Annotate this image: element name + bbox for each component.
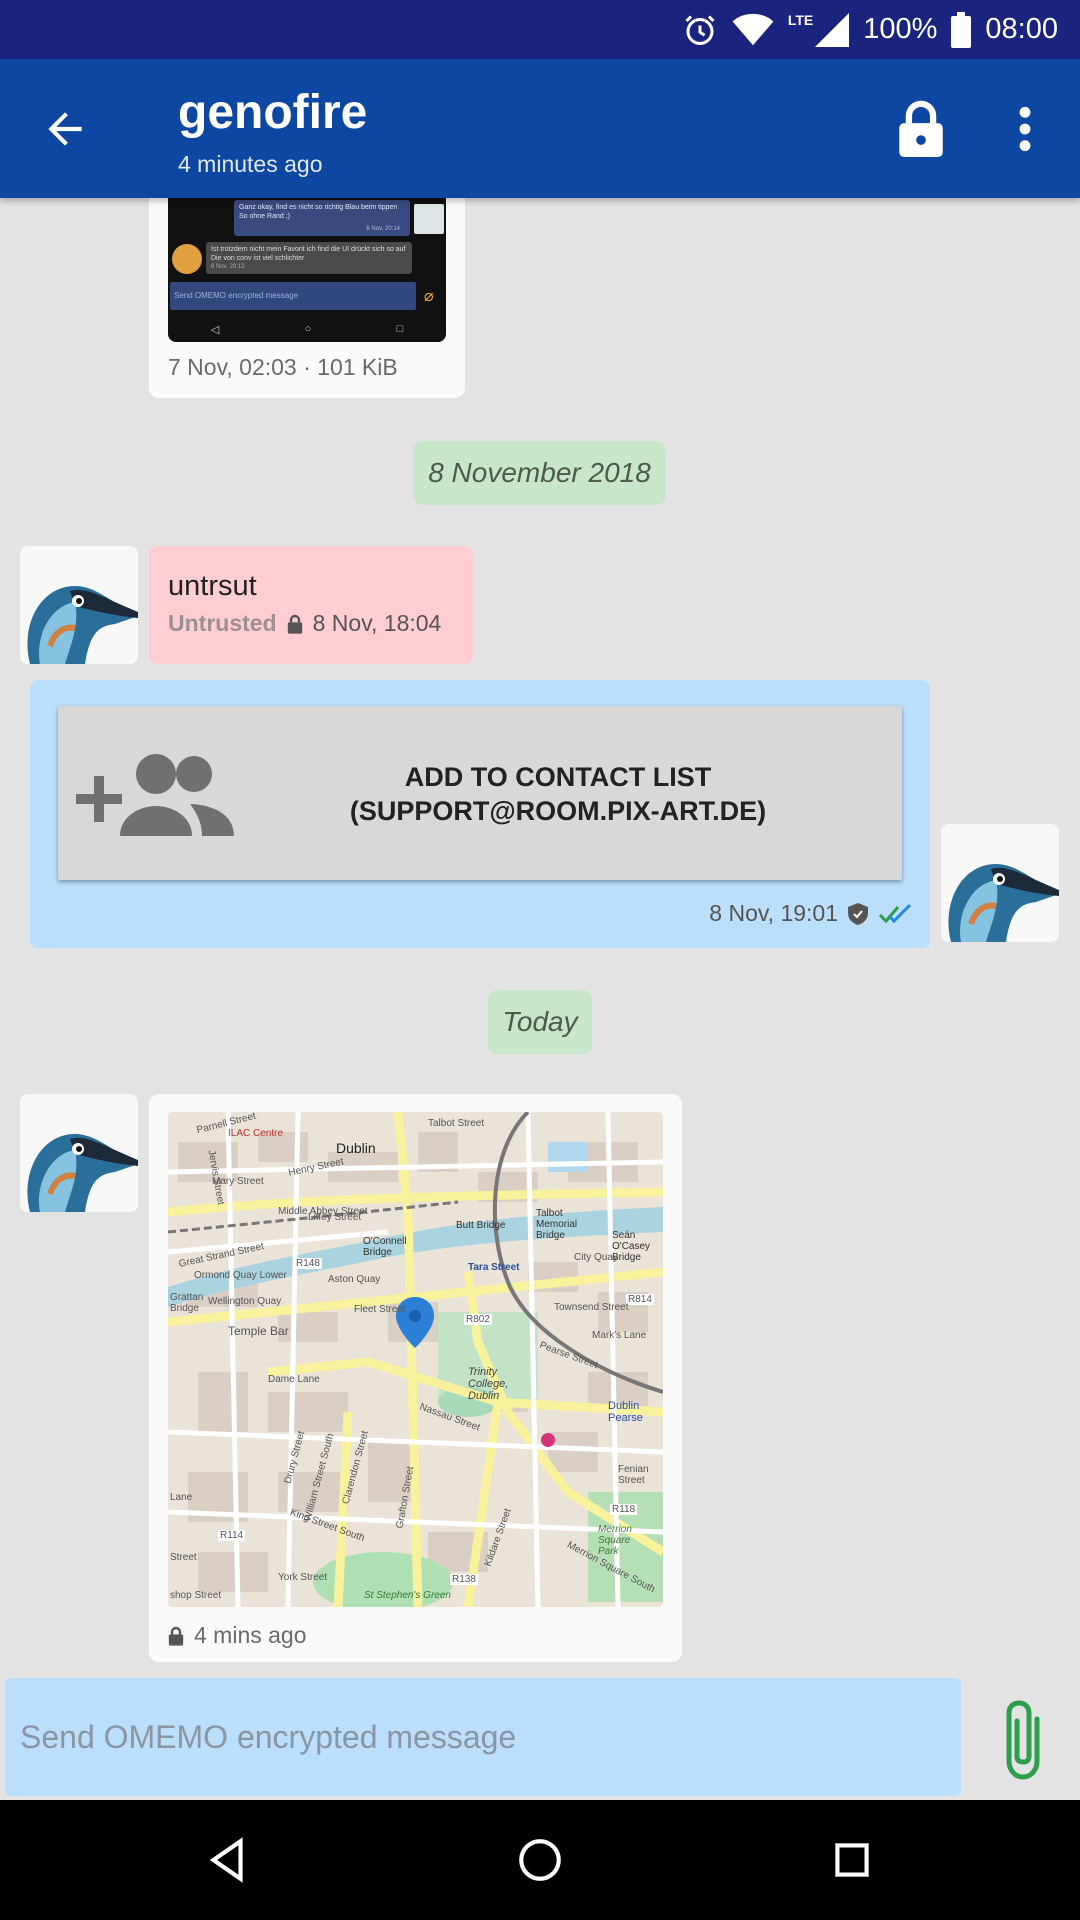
image-message: Ganz okay, find es nicht so richtig Blau… — [149, 198, 465, 398]
back-button[interactable] — [40, 104, 90, 154]
date-separator: Today — [488, 990, 592, 1054]
back-arrow-icon — [48, 112, 82, 146]
battery-percent: 100% — [863, 13, 938, 45]
preview-attach-icon: ⌀ — [424, 288, 434, 305]
cell-signal-icon — [815, 12, 850, 47]
alarm-icon — [682, 12, 718, 48]
contact-avatar[interactable] — [20, 1094, 138, 1212]
overflow-menu-button[interactable] — [1008, 104, 1042, 154]
preview-avatar-2 — [172, 244, 202, 274]
lock-icon — [899, 100, 943, 157]
own-avatar[interactable] — [941, 824, 1059, 942]
preview-input: Send OMEMO encrypted message — [170, 282, 416, 310]
read-receipt-icon — [878, 903, 912, 923]
preview-time-1: 6 Nov, 20:14 — [366, 226, 400, 232]
lock-icon — [168, 1626, 184, 1646]
date-separator: 8 November 2018 — [413, 441, 666, 505]
screenshot-thumbnail[interactable]: Ganz okay, find es nicht so richtig Blau… — [168, 198, 446, 342]
add-to-contact-list-button[interactable]: ADD TO CONTACT LIST (SUPPORT@ROOM.PIX-AR… — [58, 706, 902, 880]
attach-button[interactable] — [995, 1695, 1051, 1783]
add-contact-label-2: (SUPPORT@ROOM.PIX-ART.DE) — [349, 796, 767, 826]
add-contacts-icon — [76, 754, 234, 836]
preview-navbar: ◁ ○ □ — [210, 323, 404, 336]
encryption-button[interactable] — [895, 99, 947, 157]
add-contact-label-1: ADD TO CONTACT LIST — [404, 762, 712, 792]
message-time: 8 Nov, 19:01 — [709, 900, 838, 926]
status-bar: LTE 100% 08:00 — [0, 0, 1080, 59]
system-nav-bar — [0, 1800, 1080, 1920]
message-time: 8 Nov, 18:04 — [312, 610, 442, 636]
contact-avatar[interactable] — [20, 546, 138, 664]
message-input-container — [5, 1678, 961, 1796]
preview-avatar — [414, 204, 444, 234]
network-type-label: LTE — [787, 11, 814, 28]
preview-text-3: Ist trotzdem nicht mein Favorit ich find… — [211, 246, 406, 253]
nav-recents-icon — [835, 1843, 869, 1877]
preview-time-2: 6 Nov, 20:13 — [211, 264, 245, 270]
lock-icon — [287, 614, 302, 634]
location-map[interactable]: Dublin ILAC Centre Parnell Street Talbot… — [168, 1112, 663, 1607]
preview-text-2: So ohne Rand ;) — [239, 213, 290, 220]
wifi-icon — [732, 13, 774, 47]
nav-back-icon — [209, 1837, 243, 1883]
nav-home-icon — [519, 1839, 561, 1881]
sent-message: ADD TO CONTACT LIST (SUPPORT@ROOM.PIX-AR… — [30, 680, 930, 948]
battery-icon — [951, 11, 972, 48]
message-meta: 7 Nov, 02:03 · 101 KiB — [168, 354, 398, 380]
clock: 08:00 — [985, 13, 1058, 45]
more-vert-icon — [1019, 106, 1031, 152]
paperclip-icon — [1006, 1700, 1040, 1780]
verified-shield-icon — [848, 902, 868, 925]
message-list[interactable]: Ganz okay, find es nicht so richtig Blau… — [0, 198, 1080, 1676]
preview-text-1: Ganz okay, find es nicht so richtig Blau… — [239, 204, 398, 211]
nav-back-button[interactable] — [203, 1835, 253, 1885]
chat-toolbar: genofire 4 minutes ago — [0, 59, 1080, 198]
last-seen-status: 4 minutes ago — [178, 151, 323, 177]
nav-home-button[interactable] — [515, 1835, 565, 1885]
map-image — [168, 1112, 663, 1607]
kingfisher-avatar-icon — [20, 546, 138, 664]
contact-name[interactable]: genofire — [178, 85, 367, 140]
preview-text-4: Die von conv ist viel schlichter — [211, 255, 305, 262]
message-text: untrsut — [168, 570, 257, 602]
untrusted-message: untrsut Untrusted 8 Nov, 18:04 — [149, 546, 473, 664]
location-message: Dublin ILAC Centre Parnell Street Talbot… — [149, 1094, 682, 1662]
nav-recents-button[interactable] — [827, 1835, 877, 1885]
kingfisher-avatar-icon — [20, 1094, 138, 1212]
message-time: 4 mins ago — [194, 1622, 307, 1648]
message-input[interactable] — [5, 1678, 961, 1796]
untrusted-label: Untrusted — [168, 610, 277, 636]
kingfisher-avatar-icon — [941, 824, 1059, 942]
